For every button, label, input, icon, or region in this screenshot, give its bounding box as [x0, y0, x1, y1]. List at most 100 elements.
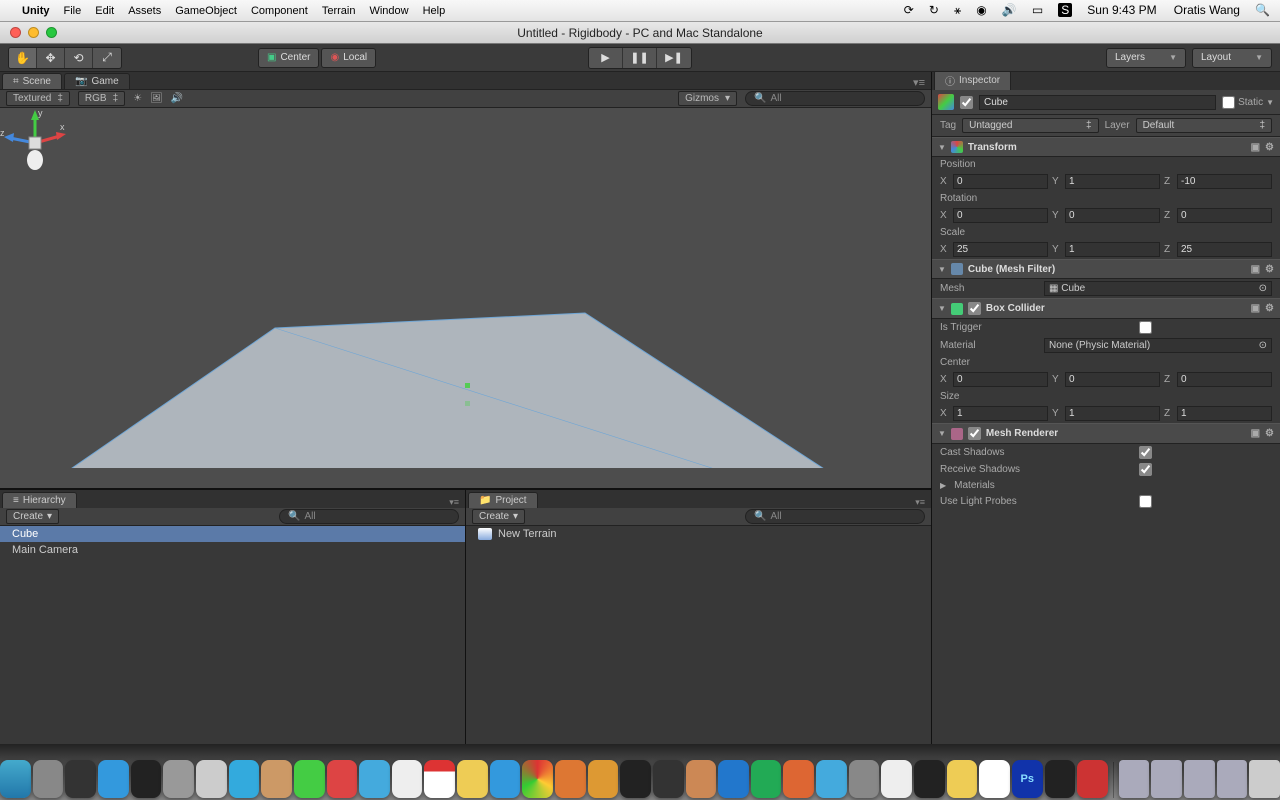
collider-size-x-field[interactable]: 1: [953, 406, 1048, 421]
light-probes-checkbox[interactable]: [1139, 495, 1152, 508]
rotation-z-field[interactable]: 0: [1177, 208, 1272, 223]
timemachine-icon[interactable]: ↻: [929, 3, 939, 17]
menu-help[interactable]: Help: [423, 5, 446, 17]
menu-component[interactable]: Component: [251, 5, 308, 17]
panel-menu-icon[interactable]: ▾≡: [449, 497, 459, 508]
dock-chrome-icon[interactable]: [522, 760, 553, 798]
dock-imovie-icon[interactable]: [653, 760, 684, 798]
move-tool[interactable]: ✥: [37, 48, 65, 68]
dock-excel-icon[interactable]: [751, 760, 782, 798]
dock-launchpad-icon[interactable]: [33, 760, 64, 798]
dock-reminders-icon[interactable]: [392, 760, 423, 798]
gear-icon[interactable]: ⚙: [1265, 264, 1274, 275]
collider-size-z-field[interactable]: 1: [1177, 406, 1272, 421]
user-name[interactable]: Oratis Wang: [1174, 3, 1240, 17]
rotation-y-field[interactable]: 0: [1065, 208, 1160, 223]
dock-folder1-icon[interactable]: [1119, 760, 1150, 798]
gizmos-dropdown[interactable]: Gizmos▾: [678, 91, 737, 106]
dock-qq-icon[interactable]: [979, 760, 1010, 798]
dock-dashboard-icon[interactable]: [131, 760, 162, 798]
scale-x-field[interactable]: 25: [953, 242, 1048, 257]
scale-z-field[interactable]: 25: [1177, 242, 1272, 257]
dock-itunes-icon[interactable]: [490, 760, 521, 798]
tab-inspector[interactable]: ⓘInspector: [934, 70, 1011, 90]
help-icon[interactable]: ▣: [1251, 142, 1260, 153]
dock-notes-icon[interactable]: [457, 760, 488, 798]
dock-appstore-icon[interactable]: [98, 760, 129, 798]
hierarchy-item-cube[interactable]: Cube: [0, 526, 465, 542]
menu-window[interactable]: Window: [369, 5, 408, 17]
step-button[interactable]: ▶❚: [657, 48, 691, 68]
static-checkbox[interactable]: [1222, 96, 1235, 109]
clock[interactable]: Sun 9:43 PM: [1087, 3, 1156, 17]
scene-image-icon[interactable]: 🖼: [150, 93, 163, 104]
panel-menu-icon[interactable]: ▾≡: [913, 76, 925, 89]
dock-preview-icon[interactable]: [849, 760, 880, 798]
layers-dropdown[interactable]: Layers▼: [1106, 48, 1186, 68]
hierarchy-search[interactable]: 🔍All: [279, 509, 459, 524]
dock-safari-icon[interactable]: [229, 760, 260, 798]
dock-textedit-icon[interactable]: [881, 760, 912, 798]
dock-powerpoint-icon[interactable]: [783, 760, 814, 798]
app-icon[interactable]: S: [1058, 3, 1072, 17]
gear-icon[interactable]: ⚙: [1265, 428, 1274, 439]
dock-photoshop-icon[interactable]: Ps: [1012, 760, 1043, 798]
rotate-tool[interactable]: ⟲: [65, 48, 93, 68]
menu-assets[interactable]: Assets: [128, 5, 161, 17]
collider-size-y-field[interactable]: 1: [1065, 406, 1160, 421]
position-y-field[interactable]: 1: [1065, 174, 1160, 189]
dock-unity-icon[interactable]: [1045, 760, 1076, 798]
battery-icon[interactable]: ▭: [1032, 3, 1043, 17]
rotation-x-field[interactable]: 0: [953, 208, 1048, 223]
dock-messages-icon[interactable]: [359, 760, 390, 798]
bluetooth-icon[interactable]: ⚹: [954, 3, 961, 17]
collider-center-x-field[interactable]: 0: [953, 372, 1048, 387]
dock-word-icon[interactable]: [718, 760, 749, 798]
project-search[interactable]: 🔍All: [745, 509, 925, 524]
dock-mail-icon[interactable]: [196, 760, 227, 798]
dock-downloads-icon[interactable]: [1217, 760, 1248, 798]
gameobject-name-field[interactable]: Cube: [979, 95, 1216, 110]
position-z-field[interactable]: -10: [1177, 174, 1272, 189]
help-icon[interactable]: ▣: [1251, 428, 1260, 439]
project-create-button[interactable]: Create▾: [472, 509, 525, 524]
tab-game[interactable]: 📷Game: [64, 73, 130, 89]
hierarchy-create-button[interactable]: Create▾: [6, 509, 59, 524]
boxcollider-enabled-checkbox[interactable]: [968, 302, 981, 315]
project-item-terrain[interactable]: New Terrain: [466, 526, 931, 542]
position-x-field[interactable]: 0: [953, 174, 1048, 189]
collider-center-z-field[interactable]: 0: [1177, 372, 1272, 387]
pause-button[interactable]: ❚❚: [623, 48, 657, 68]
dock-missioncontrol-icon[interactable]: [65, 760, 96, 798]
dock-trash-icon[interactable]: [1249, 760, 1280, 798]
hierarchy-item-camera[interactable]: Main Camera: [0, 542, 465, 558]
transform-component-header[interactable]: ▼ Transform ▣⚙: [932, 137, 1280, 157]
shading-dropdown[interactable]: Textured‡: [6, 91, 70, 106]
menu-terrain[interactable]: Terrain: [322, 5, 356, 17]
dock-app2-icon[interactable]: [816, 760, 847, 798]
gear-icon[interactable]: ⚙: [1265, 142, 1274, 153]
menu-edit[interactable]: Edit: [95, 5, 114, 17]
meshrenderer-enabled-checkbox[interactable]: [968, 427, 981, 440]
layout-dropdown[interactable]: Layout▼: [1192, 48, 1272, 68]
tab-scene[interactable]: ⌗Scene: [2, 73, 62, 89]
gameobject-enabled-checkbox[interactable]: [960, 96, 973, 109]
panel-menu-icon[interactable]: ▾≡: [915, 497, 925, 508]
rendermode-dropdown[interactable]: RGB‡: [78, 91, 125, 106]
dock-firefox-icon[interactable]: [555, 760, 586, 798]
istrigger-checkbox[interactable]: [1139, 321, 1152, 334]
dock-app-icon[interactable]: [588, 760, 619, 798]
scene-viewport[interactable]: y x z: [0, 108, 931, 488]
scale-tool[interactable]: ⤢: [93, 48, 121, 68]
play-button[interactable]: ▶: [589, 48, 623, 68]
menu-gameobject[interactable]: GameObject: [175, 5, 237, 17]
orientation-gizmo[interactable]: y x z: [0, 108, 70, 178]
tab-hierarchy[interactable]: ≡Hierarchy: [2, 492, 77, 508]
object-picker-icon[interactable]: ⊙: [1259, 340, 1267, 351]
dock-idvd-icon[interactable]: [620, 760, 651, 798]
dock-folder2-icon[interactable]: [1151, 760, 1182, 798]
dock-finder-icon[interactable]: [0, 760, 31, 798]
pivot-center-button[interactable]: ▣Center: [258, 48, 319, 68]
menu-app[interactable]: Unity: [22, 5, 50, 17]
dock-facetime-icon[interactable]: [294, 760, 325, 798]
